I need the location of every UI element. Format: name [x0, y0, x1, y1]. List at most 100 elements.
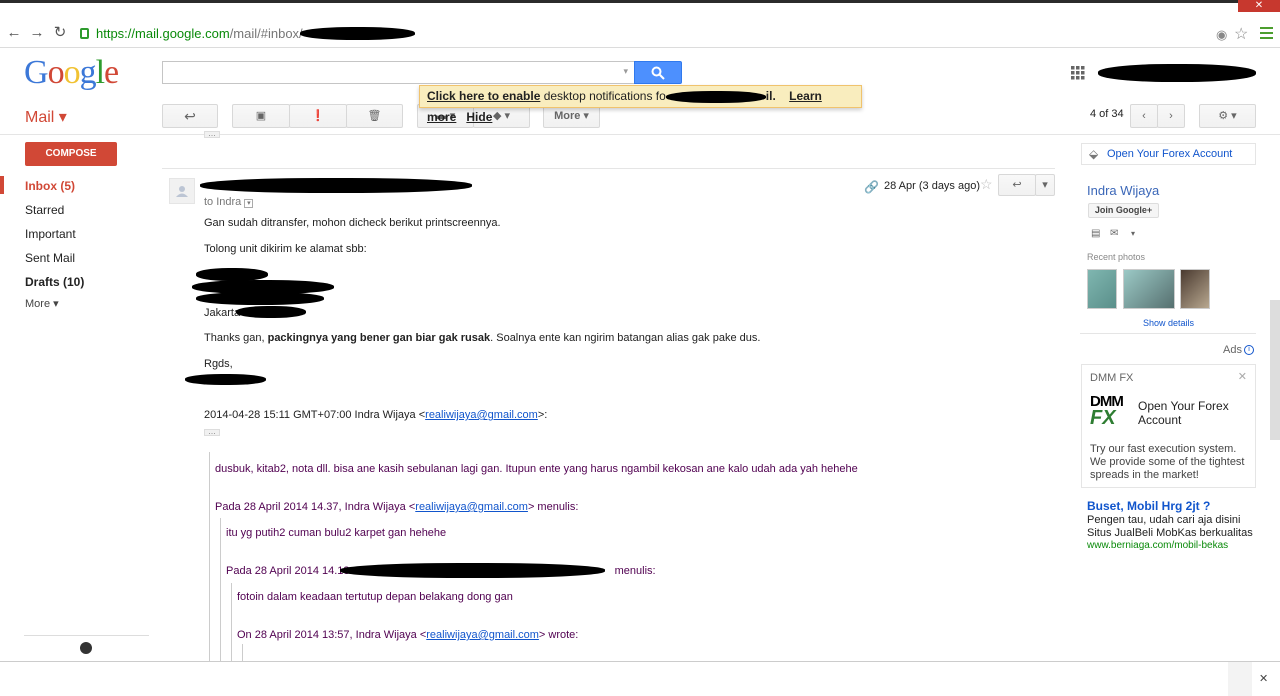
older-button[interactable]: › [1157, 104, 1185, 128]
show-details-link[interactable]: Show details [1143, 318, 1194, 328]
forward-icon[interactable]: → [28, 24, 46, 42]
apps-grid-icon[interactable] [1071, 66, 1085, 80]
spam-icon: ❗ [311, 110, 325, 122]
quote-bar [209, 452, 210, 661]
collapsed-messages-icon[interactable]: … [204, 130, 220, 138]
recent-photos-label: Recent photos [1087, 252, 1146, 262]
scrollbar[interactable] [1270, 300, 1280, 440]
archive-button[interactable]: ▣ [232, 104, 290, 128]
join-google-plus-button[interactable]: Join Google+ [1088, 203, 1159, 218]
quote-attrib: Pada 28 April 2014 14.18 [226, 565, 350, 577]
show-trimmed-icon[interactable]: … [204, 428, 220, 436]
info-icon[interactable]: i [1244, 345, 1254, 355]
trash-icon: 🗑 [367, 110, 382, 122]
star-icon[interactable]: ☆ [1234, 24, 1248, 44]
email-link[interactable]: realiwijaya@gmail.com [425, 409, 538, 421]
reply-button[interactable]: ↩ [998, 174, 1036, 196]
window-titlebar [0, 0, 1280, 3]
notification-banner: Click here to enable desktop notificatio… [419, 85, 862, 124]
quote-bar [231, 583, 232, 661]
email-link[interactable]: realiwijaya@gmail.com [426, 629, 539, 641]
quote-attrib: On 28 April 2014 13:57, Indra Wijaya < [237, 629, 427, 641]
photo-thumbnail[interactable] [1123, 269, 1175, 309]
thanks-bold-text: packingnya yang bener gan biar gak rusak [267, 332, 491, 344]
google-logo[interactable]: Google [24, 54, 119, 92]
quote-attrib: Pada 28 April 2014 14.37, Indra Wijaya < [215, 501, 416, 513]
enable-notifications-link[interactable]: Click here to enable [427, 89, 540, 103]
ad-title[interactable]: Open Your Forex Account [1138, 399, 1250, 427]
eye-icon[interactable]: ◉ [1216, 27, 1227, 43]
newer-button[interactable]: ‹ [1130, 104, 1158, 128]
sidebar-item-inbox[interactable]: Inbox (5) [25, 179, 75, 193]
redaction [200, 178, 472, 193]
close-icon[interactable]: ✕ [1238, 370, 1247, 383]
quote-attrib-end: > wrote: [538, 629, 579, 641]
ad-card[interactable]: DMM FX ✕ DMM FX Open Your Forex Account … [1081, 364, 1256, 488]
browser-toolbar: ✕ ← → ↻ https://mail.google.com/mail/#in… [0, 0, 1280, 48]
settings-button[interactable]: ⚙ ▾ [1199, 104, 1256, 128]
hangouts-icon[interactable] [80, 642, 92, 654]
redaction [1098, 64, 1256, 82]
reply-more-button[interactable]: ▾ [1035, 174, 1055, 196]
thanks-text: Thanks gan, [204, 332, 268, 344]
menu-icon[interactable] [1260, 27, 1273, 39]
delete-button[interactable]: 🗑 [346, 104, 403, 128]
recipient: to Indra [204, 196, 242, 208]
star-icon[interactable]: ☆ [980, 176, 993, 193]
redaction [300, 27, 415, 40]
back-to-inbox-button[interactable]: ↩ [162, 104, 218, 128]
downloads-link[interactable] [1228, 662, 1252, 696]
divider [0, 134, 1280, 135]
mail-icon[interactable]: ✉ [1110, 228, 1118, 239]
profile-icon[interactable]: ▤ [1091, 228, 1100, 239]
chevron-down-icon[interactable]: ▾ [1131, 229, 1135, 238]
sidebar-item-sent[interactable]: Sent Mail [25, 251, 75, 265]
window-close-button[interactable]: ✕ [1238, 0, 1280, 12]
redaction [196, 292, 324, 305]
report-spam-button[interactable]: ❗ [289, 104, 347, 128]
show-details-icon[interactable]: ▾ [244, 199, 254, 208]
reload-icon[interactable]: ↻ [51, 24, 69, 42]
address-bar[interactable]: https://mail.google.com/mail/#inbox/ [96, 24, 1276, 44]
archive-icon: ▣ [255, 110, 267, 122]
email-link[interactable]: realiwijaya@gmail.com [415, 501, 528, 513]
sidebar-item-more[interactable]: More ▾ [25, 297, 59, 310]
quote-line: On 28 April 2014 13:57, Indra Wijaya <re… [237, 629, 578, 641]
ad2-title[interactable]: Buset, Mobil Hrg 2jt ? [1087, 499, 1210, 513]
divider [24, 635, 149, 636]
sidebar-item-important[interactable]: Important [25, 227, 76, 241]
contact-name[interactable]: Indra Wijaya [1087, 183, 1159, 198]
recipient-line: to Indra ▾ [204, 196, 254, 208]
ad-body: We provide some of the tightest [1090, 456, 1245, 468]
photo-thumbnail[interactable] [1180, 269, 1210, 309]
tag-icon: ⬙ [1089, 147, 1099, 161]
divider [162, 168, 1055, 169]
search-input[interactable]: ▾ [162, 61, 634, 84]
body-city: Jakarta [204, 307, 241, 319]
reply-icon: ↩ [1012, 179, 1022, 191]
forex-top-ad[interactable]: ⬙ Open Your Forex Account [1081, 143, 1256, 165]
forex-top-link[interactable]: Open Your Forex Account [1107, 148, 1232, 160]
avatar[interactable] [169, 178, 195, 204]
quote-attrib-end: menulis: [611, 565, 656, 577]
redaction [236, 306, 306, 318]
ad2-line: Pengen tau, udah cari aja disini [1087, 514, 1241, 526]
message-pager: 4 of 34 [1090, 108, 1124, 120]
close-icon[interactable]: ✕ [1259, 672, 1268, 685]
ad2-url[interactable]: www.berniaga.com/mobil-bekas [1087, 540, 1228, 551]
chevron-down-icon: ▾ [1042, 179, 1048, 191]
dmm-fx-logo-icon: DMM FX [1090, 393, 1124, 429]
hide-link[interactable]: Hide [466, 110, 492, 124]
quote-line: Pada 28 April 2014 14.37, Indra Wijaya <… [215, 501, 578, 513]
search-button[interactable] [634, 61, 682, 84]
sidebar-item-starred[interactable]: Starred [25, 203, 64, 217]
quote-header-end: >: [537, 409, 548, 421]
download-bar: ✕ [0, 661, 1280, 696]
search-options-icon[interactable]: ▾ [623, 66, 628, 77]
photo-thumbnail[interactable] [1087, 269, 1117, 309]
mail-menu[interactable]: Mail ▾ [25, 107, 67, 127]
compose-button[interactable]: COMPOSE [25, 142, 117, 166]
message-date: 28 Apr (3 days ago) [884, 180, 981, 192]
back-icon[interactable]: ← [5, 24, 23, 42]
sidebar-item-drafts[interactable]: Drafts (10) [25, 275, 84, 289]
